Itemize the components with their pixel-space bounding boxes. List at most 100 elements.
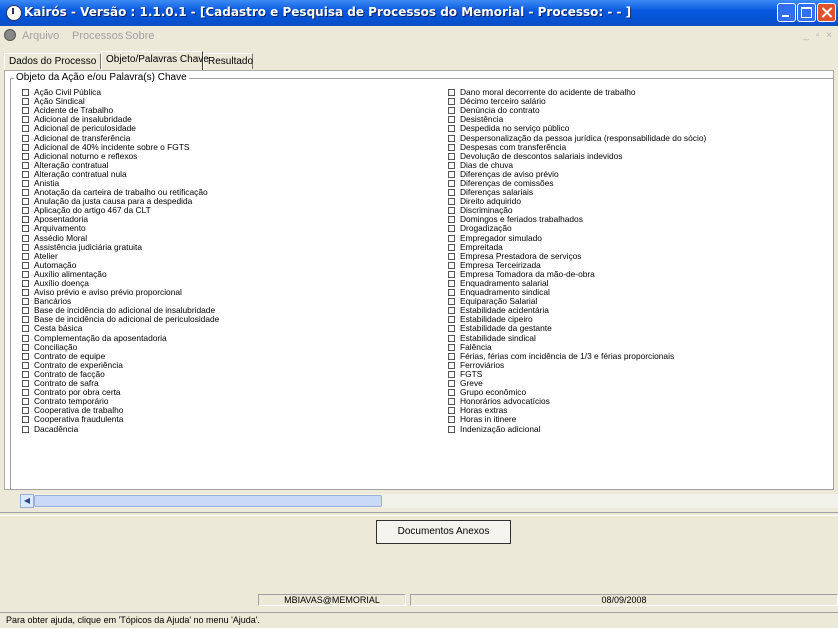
checkbox[interactable] bbox=[22, 143, 29, 151]
checkbox[interactable] bbox=[22, 380, 29, 388]
checkbox[interactable] bbox=[22, 389, 29, 397]
checkbox[interactable] bbox=[22, 425, 29, 433]
checklist-right-column: Dano moral decorrente do acidente de tra… bbox=[448, 88, 706, 434]
checkbox[interactable] bbox=[22, 243, 29, 251]
checkbox[interactable] bbox=[448, 425, 455, 433]
tab-objeto-palavras-chave[interactable]: Objeto/Palavras Chave bbox=[101, 51, 209, 70]
title-bar[interactable]: Kairós - Versão : 1.1.0.1 - [Cadastro e … bbox=[0, 0, 838, 26]
checkbox[interactable] bbox=[448, 198, 455, 206]
menu-sobre[interactable]: Sobre bbox=[125, 30, 154, 42]
checkbox[interactable] bbox=[22, 280, 29, 288]
checkbox[interactable] bbox=[22, 334, 29, 342]
checkbox[interactable] bbox=[448, 207, 455, 215]
checkbox[interactable] bbox=[22, 198, 29, 206]
checkbox[interactable] bbox=[22, 361, 29, 369]
checkbox[interactable] bbox=[448, 225, 455, 233]
checkbox[interactable] bbox=[22, 261, 29, 269]
menu-arquivo[interactable]: Arquivo bbox=[22, 30, 59, 42]
checkbox[interactable] bbox=[448, 398, 455, 406]
checkbox[interactable] bbox=[448, 189, 455, 197]
checkbox[interactable] bbox=[448, 143, 455, 151]
maximize-button[interactable] bbox=[797, 3, 816, 22]
checkbox[interactable] bbox=[448, 152, 455, 160]
checkbox[interactable] bbox=[448, 307, 455, 315]
checkbox[interactable] bbox=[448, 289, 455, 297]
checkbox[interactable] bbox=[448, 334, 455, 342]
checkbox[interactable] bbox=[448, 352, 455, 360]
checkbox[interactable] bbox=[448, 107, 455, 115]
checkbox[interactable] bbox=[22, 116, 29, 124]
checkbox[interactable] bbox=[22, 216, 29, 224]
documentos-anexos-button[interactable]: Documentos Anexos bbox=[376, 520, 511, 544]
checkbox[interactable] bbox=[22, 134, 29, 142]
checkbox[interactable] bbox=[448, 298, 455, 306]
scroll-thumb[interactable] bbox=[34, 495, 382, 507]
checkbox[interactable] bbox=[22, 125, 29, 133]
checkbox[interactable] bbox=[448, 389, 455, 397]
checkbox[interactable] bbox=[22, 179, 29, 187]
checkbox[interactable] bbox=[22, 252, 29, 260]
checkbox[interactable] bbox=[448, 370, 455, 378]
checkbox[interactable] bbox=[448, 243, 455, 251]
checkbox[interactable] bbox=[448, 116, 455, 124]
checklist-item[interactable]: FGTS bbox=[448, 369, 706, 379]
checkbox[interactable] bbox=[448, 98, 455, 106]
mdi-window-controls[interactable]: _ ▫ × bbox=[803, 30, 834, 41]
scroll-left-arrow-icon[interactable]: ◀ bbox=[20, 494, 34, 508]
status-user: MBIAVAS@MEMORIAL bbox=[258, 594, 406, 606]
checkbox[interactable] bbox=[22, 416, 29, 424]
checkbox[interactable] bbox=[22, 207, 29, 215]
checkbox[interactable] bbox=[448, 380, 455, 388]
checkbox[interactable] bbox=[448, 252, 455, 260]
checkbox[interactable] bbox=[448, 179, 455, 187]
mdi-child-icon[interactable] bbox=[4, 29, 16, 41]
checkbox[interactable] bbox=[22, 225, 29, 233]
checkbox[interactable] bbox=[448, 325, 455, 333]
checkbox[interactable] bbox=[22, 234, 29, 242]
checkbox[interactable] bbox=[448, 316, 455, 324]
checkbox[interactable] bbox=[22, 298, 29, 306]
tab-resultado[interactable]: Resultado bbox=[203, 53, 253, 69]
checkbox[interactable] bbox=[22, 189, 29, 197]
checkbox[interactable] bbox=[22, 325, 29, 333]
close-button[interactable] bbox=[817, 3, 836, 22]
tab-dados-do-processo[interactable]: Dados do Processo bbox=[4, 53, 101, 69]
checkbox[interactable] bbox=[22, 352, 29, 360]
minimize-button[interactable] bbox=[777, 3, 796, 22]
checkbox[interactable] bbox=[448, 234, 455, 242]
checkbox[interactable] bbox=[448, 89, 455, 97]
checkbox[interactable] bbox=[22, 307, 29, 315]
checkbox[interactable] bbox=[22, 170, 29, 178]
checkbox[interactable] bbox=[448, 261, 455, 269]
checkbox[interactable] bbox=[448, 361, 455, 369]
checkbox[interactable] bbox=[22, 161, 29, 169]
checkbox[interactable] bbox=[448, 161, 455, 169]
checklist-item[interactable]: Dacadência bbox=[22, 424, 219, 433]
checklist-item[interactable]: Indenização adicional bbox=[448, 424, 706, 433]
checkbox[interactable] bbox=[22, 370, 29, 378]
checkbox[interactable] bbox=[448, 416, 455, 424]
checkbox[interactable] bbox=[22, 98, 29, 106]
checkbox[interactable] bbox=[22, 152, 29, 160]
checkbox[interactable] bbox=[448, 270, 455, 278]
checkbox[interactable] bbox=[448, 170, 455, 178]
checkbox[interactable] bbox=[22, 398, 29, 406]
checkbox[interactable] bbox=[22, 316, 29, 324]
checkbox[interactable] bbox=[448, 343, 455, 351]
checkbox[interactable] bbox=[448, 407, 455, 415]
checkbox[interactable] bbox=[22, 270, 29, 278]
checkbox[interactable] bbox=[448, 134, 455, 142]
horizontal-scrollbar[interactable]: ◀ bbox=[20, 494, 838, 508]
checklist-item[interactable]: Ferroviários bbox=[448, 360, 706, 370]
checkbox[interactable] bbox=[22, 89, 29, 97]
checkbox[interactable] bbox=[448, 125, 455, 133]
menu-processos[interactable]: Processos bbox=[72, 30, 123, 42]
help-status-bar: Para obter ajuda, clique em 'Tópicos da … bbox=[0, 612, 838, 628]
checkbox[interactable] bbox=[448, 280, 455, 288]
checkbox[interactable] bbox=[22, 407, 29, 415]
checkbox[interactable] bbox=[22, 107, 29, 115]
checklist-left-column: Ação Civil Pública Ação Sindical Acidente … bbox=[22, 88, 219, 434]
checkbox[interactable] bbox=[22, 343, 29, 351]
checkbox[interactable] bbox=[22, 289, 29, 297]
checkbox[interactable] bbox=[448, 216, 455, 224]
